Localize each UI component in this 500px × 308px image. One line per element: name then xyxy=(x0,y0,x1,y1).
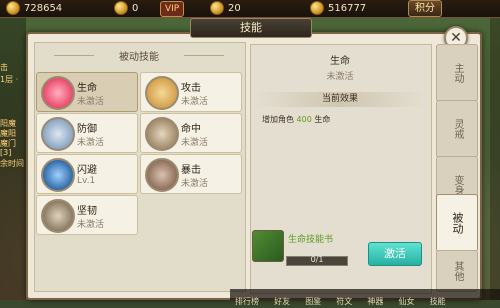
skill-name: 暴击 xyxy=(181,165,201,176)
skill-name: 闪避 xyxy=(77,165,97,176)
skill-book-progress: 0/1 xyxy=(286,255,348,266)
tab-active-skills[interactable]: 主动 xyxy=(436,44,478,102)
gold-resource: 728654 xyxy=(6,1,62,15)
menu-friends[interactable]: 好友 xyxy=(274,296,290,307)
skill-name: 生命 xyxy=(77,83,97,94)
skill-state: 未激活 xyxy=(77,97,105,107)
crit-icon xyxy=(145,158,179,192)
silver-resource: 0 xyxy=(114,1,138,15)
hud-text: [3] xyxy=(0,148,12,157)
skill-state: Lv.1 xyxy=(77,176,96,186)
menu-fairy[interactable]: 仙女 xyxy=(398,296,414,307)
ingot-resource: 20 xyxy=(210,1,241,15)
skill-name: 防御 xyxy=(77,124,97,135)
gem-resource: 516777 xyxy=(310,1,366,15)
skill-item-defense[interactable]: 防御 未激活 xyxy=(36,113,138,153)
progress-text: 0/1 xyxy=(310,255,324,264)
target-icon xyxy=(145,117,179,151)
skill-state: 未激活 xyxy=(181,138,209,148)
tab-spirit-ring[interactable]: 灵戒 xyxy=(436,100,478,158)
ingot-icon xyxy=(210,1,224,15)
points-button[interactable]: 积分 xyxy=(408,0,442,17)
skill-state: 未激活 xyxy=(181,97,209,107)
menu-skills[interactable]: 技能 xyxy=(430,296,446,307)
hud-text: 击 xyxy=(0,63,8,72)
silver-coin-icon xyxy=(114,1,128,15)
right-hud-strip xyxy=(490,18,500,300)
skill-item-tenacity[interactable]: 坚韧 未激活 xyxy=(36,195,138,235)
tenacity-icon xyxy=(41,199,75,233)
hud-text: 1层 · xyxy=(0,75,19,84)
skill-name: 命中 xyxy=(181,124,201,135)
skill-state: 未激活 xyxy=(77,220,105,230)
menu-codex[interactable]: 图鉴 xyxy=(305,296,321,307)
gem-icon xyxy=(310,1,324,15)
menu-ranking[interactable]: 排行榜 xyxy=(235,296,259,307)
shield-icon xyxy=(41,117,75,151)
attack-skill-icon xyxy=(145,76,179,110)
skill-name: 攻击 xyxy=(181,83,201,94)
skill-book-name: 生命技能书 xyxy=(288,235,334,245)
activate-button[interactable]: 激活 xyxy=(368,242,422,266)
skill-item-accuracy[interactable]: 命中 未激活 xyxy=(140,113,242,153)
bottom-menu: 排行榜 好友 图鉴 符文 神器 仙女 技能 xyxy=(230,289,500,306)
menu-artifact[interactable]: 神器 xyxy=(367,296,383,307)
skill-item-crit[interactable]: 暴击 未激活 xyxy=(140,154,242,194)
dodge-icon xyxy=(41,158,75,192)
skill-book-icon[interactable] xyxy=(252,230,284,262)
vip-badge[interactable]: VIP xyxy=(160,1,185,17)
menu-runes[interactable]: 符文 xyxy=(336,296,352,307)
effect-text: 增加角色 400 生命 xyxy=(262,115,331,124)
gold-coin-icon xyxy=(6,1,20,15)
side-tabs: 主动 灵戒 变身 被动 其他 xyxy=(436,44,478,292)
tab-other[interactable]: 其他 xyxy=(436,250,478,292)
skill-state: 未激活 xyxy=(181,179,209,189)
detail-status: 未激活 xyxy=(326,72,354,82)
resource-bar: 728654 0 VIP 20 516777 积分 xyxy=(0,0,500,18)
section-title: 被动技能 xyxy=(40,48,238,63)
skill-item-life[interactable]: 生命 未激活 xyxy=(36,72,138,112)
tab-passive[interactable]: 被动 xyxy=(436,194,478,252)
effect-header: 当前效果 xyxy=(256,92,424,107)
skill-state: 未激活 xyxy=(77,138,105,148)
skill-item-dodge[interactable]: 闪避 Lv.1 xyxy=(36,154,138,194)
panel-title: 技能 xyxy=(190,18,312,38)
hud-text: 余时间 xyxy=(0,159,24,168)
heart-icon xyxy=(41,76,75,110)
skill-item-attack[interactable]: 攻击 未激活 xyxy=(140,72,242,112)
skill-name: 坚韧 xyxy=(77,206,97,217)
detail-title: 生命 xyxy=(330,56,350,67)
left-hud: 击 1层 · 阳魔 魔阳 魔门 [3] 余时间 xyxy=(0,18,26,300)
